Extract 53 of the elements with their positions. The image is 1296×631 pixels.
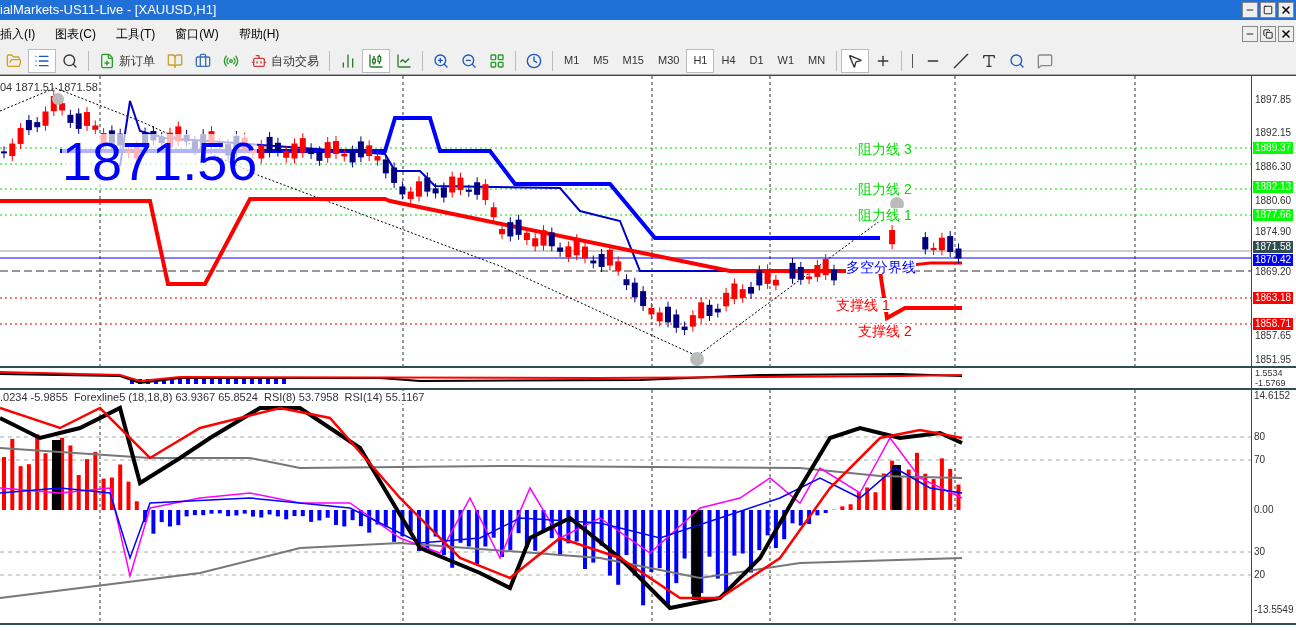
price-tick: 1851.95 xyxy=(1255,355,1292,365)
price-tick: 1880.60 xyxy=(1255,196,1292,206)
price-tag: 1863.18 xyxy=(1253,292,1294,304)
auto-trading-button[interactable]: 自动交易 xyxy=(245,48,325,73)
timeframe-button[interactable]: MN xyxy=(801,48,833,73)
axis-tick: 20 xyxy=(1254,570,1266,580)
menu-item[interactable]: 插入(I) xyxy=(0,24,36,43)
timeframe-button[interactable]: H1 xyxy=(686,48,715,73)
timeframe-button[interactable]: H4 xyxy=(714,48,743,73)
menu-item[interactable]: 图表(C) xyxy=(55,24,96,43)
price-tag: 1858.71 xyxy=(1253,318,1294,330)
price-tick: 1857.65 xyxy=(1255,331,1292,341)
level-label: 阻力线 1 xyxy=(858,208,912,222)
menu-item[interactable]: 帮助(H) xyxy=(238,24,280,43)
timeframe-button[interactable]: M5 xyxy=(586,48,616,73)
price-tick: 1897.85 xyxy=(1255,95,1292,105)
window-title: ialMarkets-US11-Live - [XAUUSD,H1] xyxy=(0,1,217,20)
axis-tick: 70 xyxy=(1254,455,1266,465)
level-label: 多空分界线 xyxy=(846,260,916,274)
indicator-legend: RSI(14) 55.1167 xyxy=(344,391,425,404)
level-label: 支撑线 1 xyxy=(836,298,890,312)
indicator-legend: Forexline5 (18,18,8) 63.9367 65.8524 xyxy=(73,391,258,404)
price-tick: 1892.15 xyxy=(1255,128,1292,138)
new-order-button[interactable]: 新订单 xyxy=(93,48,161,73)
price-tag: 1882.13 xyxy=(1253,181,1294,193)
price-tag: 1877.66 xyxy=(1253,209,1294,221)
timeframe-button[interactable]: M1 xyxy=(557,48,587,73)
axis-tick: 1.5534 xyxy=(1255,368,1284,378)
price-tick: 1874.90 xyxy=(1255,227,1292,237)
price-tag: 1889.37 xyxy=(1253,142,1294,154)
timeframe-button[interactable]: D1 xyxy=(742,48,771,73)
timeframe-button[interactable]: M15 xyxy=(615,48,651,73)
price-tick: 1886.30 xyxy=(1255,162,1292,172)
price-header: 04 1871.51 1871.58 xyxy=(0,80,98,95)
level-label: 阻力线 2 xyxy=(858,182,912,196)
axis-tick: 30 xyxy=(1254,547,1266,557)
menu-item[interactable]: 窗口(W) xyxy=(175,24,219,43)
indicator-legend: RSI(8) 53.7958 xyxy=(263,391,339,404)
level-label: 阻力线 3 xyxy=(858,142,912,156)
price-tick: 1869.20 xyxy=(1255,267,1292,277)
timeframe-button[interactable]: M30 xyxy=(650,48,687,73)
price-tag: 1871.58 xyxy=(1253,241,1294,253)
price-tag: 1870.42 xyxy=(1253,254,1294,266)
axis-tick: 14.6152 xyxy=(1254,391,1291,401)
timeframe-button[interactable]: W1 xyxy=(770,48,802,73)
level-label: 支撑线 2 xyxy=(858,324,912,338)
indicator-legend: .0234 -5.9855 xyxy=(0,391,68,404)
axis-tick: 80 xyxy=(1254,432,1266,442)
axis-tick: 0.00 xyxy=(1254,505,1274,515)
axis-tick: -13.5549 xyxy=(1254,605,1294,615)
axis-tick: -1.5769 xyxy=(1255,378,1287,388)
menu-item[interactable]: 工具(T) xyxy=(116,24,156,43)
current-price: 1871.56 xyxy=(62,134,258,188)
